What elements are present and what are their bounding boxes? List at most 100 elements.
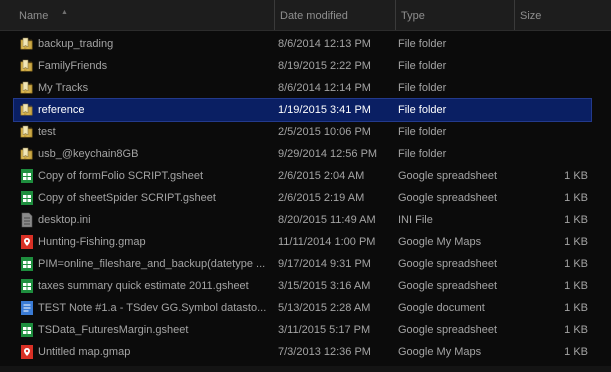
- ini-file-icon: [19, 212, 35, 228]
- file-date-modified: 8/19/2015 2:22 PM: [278, 60, 371, 72]
- file-name: desktop.ini: [38, 214, 91, 226]
- file-date-modified: 9/29/2014 12:56 PM: [278, 148, 378, 160]
- file-type: Google spreadsheet: [398, 258, 498, 270]
- file-type: File folder: [398, 104, 447, 116]
- file-name: My Tracks: [38, 82, 89, 94]
- file-date-modified: 8/6/2014 12:14 PM: [278, 82, 371, 94]
- file-date-modified: 1/19/2015 3:41 PM: [278, 104, 371, 116]
- file-size: 1 KB: [564, 280, 588, 292]
- file-size: [538, 33, 588, 55]
- file-size: 1 KB: [564, 346, 588, 358]
- file-row[interactable]: taxes summary quick estimate 2011.gsheet…: [14, 275, 591, 297]
- file-row[interactable]: FamilyFriends 8/19/2015 2:22 PM File folde…: [14, 55, 591, 77]
- file-date-modified: 7/3/2013 12:36 PM: [278, 346, 371, 358]
- folder-icon: [19, 146, 35, 162]
- file-name: backup_trading: [38, 38, 114, 50]
- folder-icon: [19, 80, 35, 96]
- file-size: [538, 99, 588, 121]
- folder-icon: [19, 124, 35, 140]
- sort-ascending-icon: ▲: [61, 9, 68, 16]
- google-document-icon: [19, 300, 35, 316]
- file-date-modified: 2/5/2015 10:06 PM: [278, 126, 371, 138]
- file-size: [538, 55, 588, 77]
- file-date-modified: 11/11/2014 1:00 PM: [278, 236, 376, 248]
- file-type: INI File: [398, 214, 433, 226]
- file-name: Copy of formFolio SCRIPT.gsheet: [38, 170, 204, 182]
- google-my-maps-icon: [19, 234, 35, 250]
- file-date-modified: 5/13/2015 2:28 AM: [278, 302, 371, 314]
- file-row[interactable]: desktop.ini 8/20/2015 11:49 AM INI File 1 K…: [14, 209, 591, 231]
- file-date-modified: 3/11/2015 5:17 PM: [278, 324, 371, 336]
- file-type: File folder: [398, 126, 447, 138]
- file-row[interactable]: TSData_FuturesMargin.gsheet 3/11/2015 5:1…: [14, 319, 591, 341]
- column-header-bar: Name ▲ Date modified Type Size: [0, 0, 611, 31]
- file-size: 1 KB: [564, 236, 588, 248]
- file-name: FamilyFriends: [38, 60, 108, 72]
- google-spreadsheet-icon: [19, 278, 35, 294]
- file-size: 1 KB: [564, 258, 588, 270]
- file-date-modified: 2/6/2015 2:19 AM: [278, 192, 365, 204]
- column-header-type-label: Type: [401, 10, 425, 22]
- file-row[interactable]: My Tracks 8/6/2014 12:14 PM File folder: [14, 77, 591, 99]
- file-row[interactable]: usb_@keychain8GB 9/29/2014 12:56 PM File f…: [14, 143, 591, 165]
- horizontal-scrollbar[interactable]: [0, 366, 611, 372]
- file-type: Google document: [398, 302, 485, 314]
- file-size: 1 KB: [564, 324, 588, 336]
- file-name: Untitled map.gmap: [38, 346, 131, 358]
- column-header-name-label: Name: [19, 10, 49, 22]
- google-spreadsheet-icon: [19, 190, 35, 206]
- column-header-name[interactable]: Name ▲: [14, 0, 274, 30]
- file-date-modified: 9/17/2014 9:31 PM: [278, 258, 371, 270]
- file-type: Google spreadsheet: [398, 170, 498, 182]
- file-name: reference: [38, 104, 85, 116]
- file-type: File folder: [398, 38, 447, 50]
- file-type: File folder: [398, 148, 447, 160]
- file-date-modified: 8/20/2015 11:49 AM: [278, 214, 376, 226]
- column-header-size-label: Size: [520, 10, 542, 22]
- file-type: File folder: [398, 82, 447, 94]
- file-type: Google spreadsheet: [398, 324, 498, 336]
- file-row[interactable]: Hunting-Fishing.gmap 11/11/2014 1:00 PM Go…: [14, 231, 591, 253]
- file-row[interactable]: backup_trading 8/6/2014 12:13 PM File fold…: [14, 33, 591, 55]
- file-date-modified: 2/6/2015 2:04 AM: [278, 170, 365, 182]
- file-size: [538, 121, 588, 143]
- file-name: Hunting-Fishing.gmap: [38, 236, 146, 248]
- column-header-size[interactable]: Size: [514, 0, 611, 30]
- file-row[interactable]: TEST Note #1.a - TSdev GG.Symbol datasto…: [14, 297, 591, 319]
- column-header-date-label: Date modified: [280, 10, 348, 22]
- file-name: PIM=online_fileshare_and_backup(datetype…: [38, 258, 266, 270]
- file-size: [538, 143, 588, 165]
- column-header-type[interactable]: Type: [395, 0, 514, 30]
- file-size: [538, 77, 588, 99]
- file-size: 1 KB: [564, 192, 588, 204]
- file-type: Google My Maps: [398, 236, 482, 248]
- file-name: TSData_FuturesMargin.gsheet: [38, 324, 189, 336]
- file-row[interactable]: Untitled map.gmap 7/3/2013 12:36 PM Google…: [14, 341, 591, 363]
- file-type: File folder: [398, 60, 447, 72]
- file-date-modified: 3/15/2015 3:16 AM: [278, 280, 371, 292]
- folder-icon: [19, 36, 35, 52]
- file-row[interactable]: PIM=online_fileshare_and_backup(datetype…: [14, 253, 591, 275]
- file-size: 1 KB: [564, 214, 588, 226]
- file-row-selected[interactable]: reference 1/19/2015 3:41 PM File folder: [13, 98, 592, 122]
- file-name: Copy of sheetSpider SCRIPT.gsheet: [38, 192, 216, 204]
- file-name: TEST Note #1.a - TSdev GG.Symbol datasto…: [38, 302, 267, 314]
- file-row[interactable]: Copy of sheetSpider SCRIPT.gsheet 2/6/201…: [14, 187, 591, 209]
- column-header-date[interactable]: Date modified: [274, 0, 395, 30]
- file-size: 1 KB: [564, 170, 588, 182]
- file-row[interactable]: test 2/5/2015 10:06 PM File folder: [14, 121, 591, 143]
- file-row[interactable]: Copy of formFolio SCRIPT.gsheet 2/6/2015 …: [14, 165, 591, 187]
- google-spreadsheet-icon: [19, 256, 35, 272]
- file-type: Google spreadsheet: [398, 192, 498, 204]
- file-name: taxes summary quick estimate 2011.gsheet: [38, 280, 249, 292]
- google-my-maps-icon: [19, 344, 35, 360]
- folder-icon: [19, 58, 35, 74]
- folder-icon: [19, 102, 35, 118]
- google-spreadsheet-icon: [19, 168, 35, 184]
- file-type: Google My Maps: [398, 346, 482, 358]
- file-name: test: [38, 126, 56, 138]
- google-spreadsheet-icon: [19, 322, 35, 338]
- file-type: Google spreadsheet: [398, 280, 498, 292]
- file-name: usb_@keychain8GB: [38, 148, 139, 160]
- file-size: 1 KB: [564, 302, 588, 314]
